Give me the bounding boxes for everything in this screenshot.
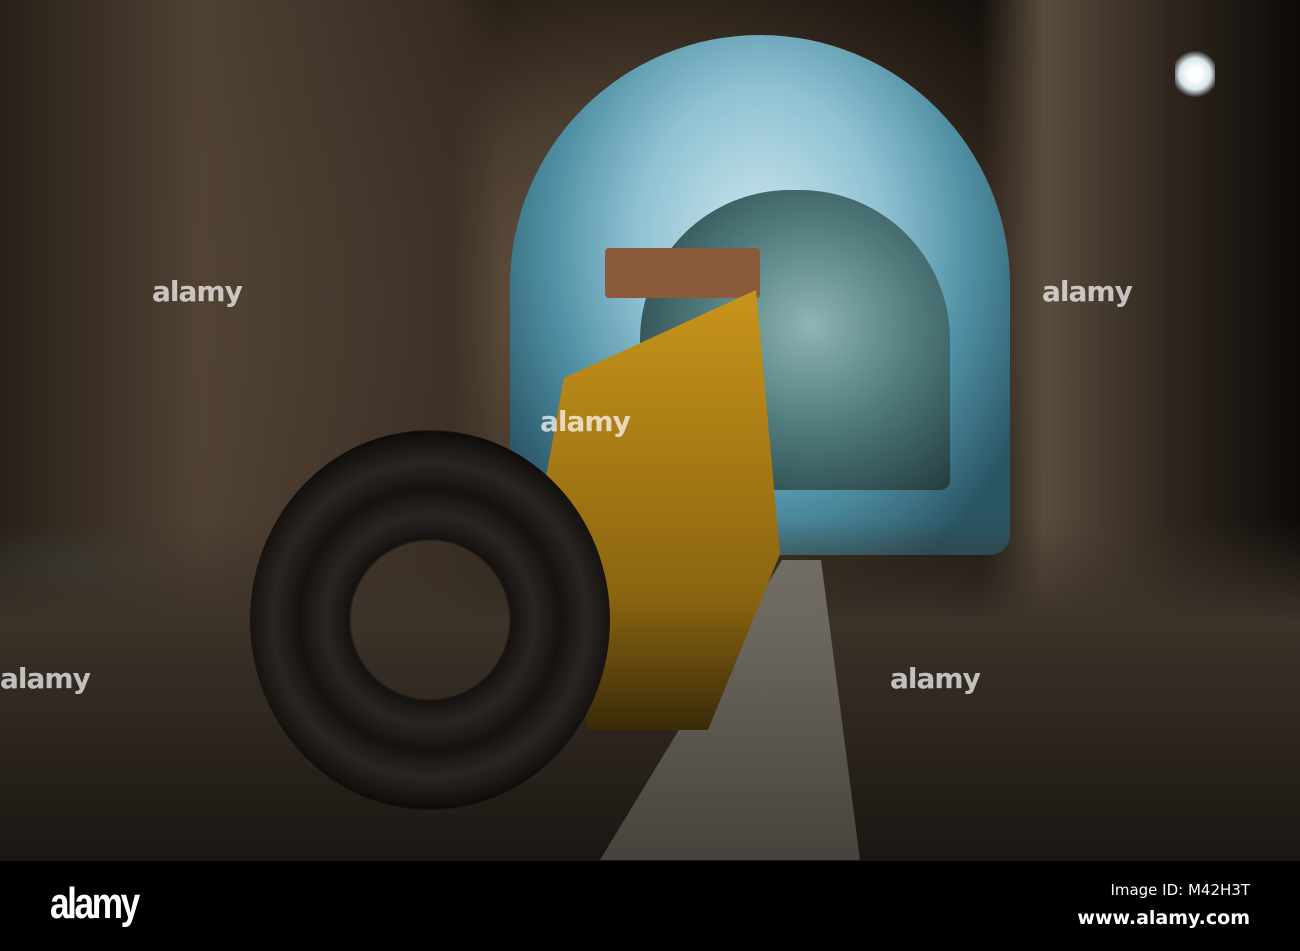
watermark: alamy (0, 662, 91, 695)
website-link[interactable]: www.alamy.com (1077, 907, 1250, 929)
footer-bar: alamy Image ID: M42H3T www.alamy.com (0, 861, 1300, 951)
watermark: alamy (152, 275, 243, 308)
rig-cab-roof (605, 248, 760, 298)
watermark: alamy (890, 662, 981, 695)
image-id: Image ID: M42H3T (1110, 881, 1250, 899)
work-lamp (1175, 50, 1215, 98)
watermark: alamy (1042, 275, 1133, 308)
watermark: alamy (540, 405, 631, 438)
hose-reel (250, 430, 610, 810)
alamy-logo: alamy (50, 879, 140, 928)
tunnel-photo: alamy alamy alamy alamy alamy (0, 0, 1300, 861)
